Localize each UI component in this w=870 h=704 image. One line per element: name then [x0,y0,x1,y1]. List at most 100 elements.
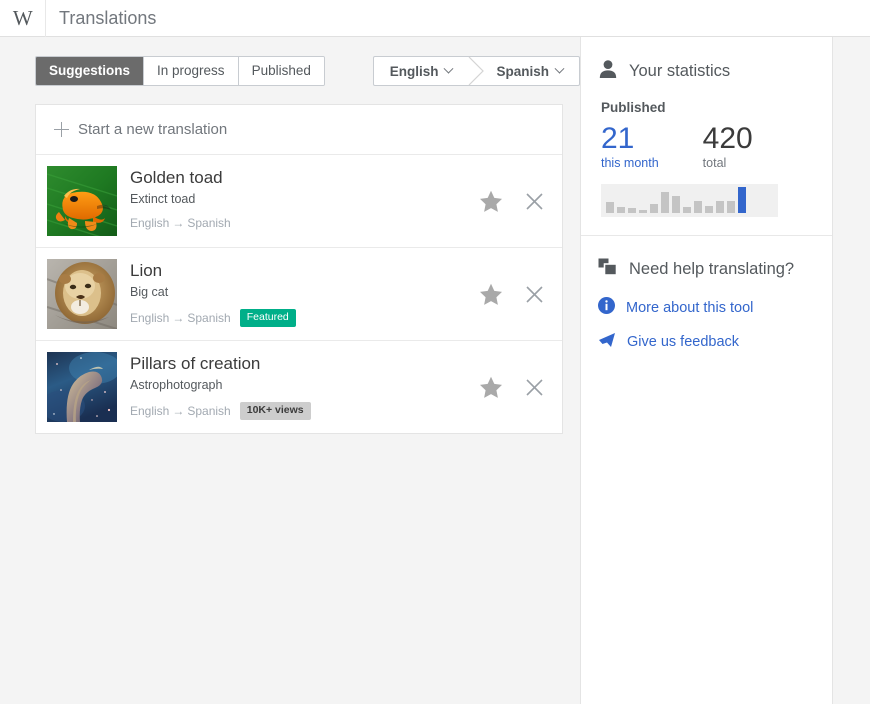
statistics-header: Your statistics [598,59,812,84]
statistics-numbers: 21 this month 420 total [601,123,812,170]
translation-title: Lion [130,261,163,280]
tab-suggestions[interactable]: Suggestions [36,57,145,85]
close-icon[interactable] [525,378,544,397]
plus-icon [54,122,69,137]
sparkline-bar [606,201,614,213]
sparkline-bar [683,206,691,213]
close-icon[interactable] [525,192,544,211]
pillars-of-creation-photo [47,352,117,422]
stat-this-month-label: this month [601,155,659,170]
sparkline-bar [628,207,636,213]
stat-total-value: 420 [702,122,753,155]
statistics-title: Your statistics [629,62,731,80]
close-icon[interactable] [525,285,544,304]
star-icon[interactable] [479,283,503,306]
wikipedia-w-logo[interactable]: W [0,0,46,37]
stat-this-month-value: 21 [601,122,635,155]
statistics-section: Your statistics Published 21 this month … [581,37,832,236]
left-column: Suggestions In progress Published Englis… [0,37,580,704]
source-lang: English [130,216,170,231]
top-bar: W Translations [0,0,870,37]
language-selector: English Spanish [372,56,580,86]
row-info: Golden toad Extinct toad English → Spanish [130,166,467,230]
golden-toad-photo [47,166,117,236]
more-about-tool-label: More about this tool [626,299,754,316]
row-meta: English → Spanish 10K+ views [130,402,467,420]
translation-description: Extinct toad [130,192,196,207]
start-new-translation-button[interactable]: Start a new translation [36,105,562,155]
start-new-translation-label: Start a new translation [78,121,228,138]
translation-list-card: Start a new translation Golden toad Exti… [35,104,563,434]
arrow-right-icon: → [172,311,185,326]
info-icon [598,296,615,319]
help-header: Need help translating? [598,258,812,281]
star-icon[interactable] [479,376,503,399]
row-info: Pillars of creation Astrophotograph Engl… [130,352,467,420]
chevron-down-icon [444,63,454,74]
source-language-label: English [389,63,439,79]
right-sidebar: Your statistics Published 21 this month … [580,37,833,704]
page-title: Translations [59,7,157,28]
table-row[interactable]: Pillars of creation Astrophotograph Engl… [36,341,562,433]
help-section: Need help translating? More about this t… [581,236,832,371]
target-language-selector[interactable]: Spanish [474,57,579,85]
sparkline-bar [716,200,724,213]
translation-language-pair: English → Spanish [130,216,231,230]
stat-total: 420 total [703,123,753,170]
arrow-right-icon: → [172,216,185,231]
wikipedia-w-logo-glyph: W [12,5,33,30]
sparkline-bar [705,205,713,213]
row-meta: English → Spanish [130,216,467,230]
stat-total-label: total [702,155,727,170]
target-lang: Spanish [187,404,231,419]
controls-row: Suggestions In progress Published Englis… [0,37,580,104]
sparkline-bar [650,203,658,213]
tab-published[interactable]: Published [238,57,324,85]
translation-description: Big cat [130,285,169,300]
give-feedback-link[interactable]: Give us feedback [598,332,812,353]
chevron-down-icon [554,63,565,74]
source-lang: English [130,404,170,419]
source-language-selector[interactable]: English [374,57,475,85]
row-actions [479,190,544,213]
sparkline-bar [617,206,625,213]
articles-icon [598,258,618,281]
row-info: Lion Big cat English → Spanish Featured [130,259,467,327]
translation-description: Astrophotograph [130,378,223,393]
help-title: Need help translating? [629,259,795,278]
row-actions [479,283,544,306]
right-gutter [834,37,870,704]
translation-language-pair: English → Spanish [130,404,231,418]
translation-title: Golden toad [130,168,223,187]
target-lang: Spanish [187,311,231,326]
source-lang: English [130,311,170,326]
sparkline-bar [639,209,647,213]
tab-in-progress[interactable]: In progress [144,57,239,85]
sparkline-bar [661,191,669,213]
page-body: Suggestions In progress Published Englis… [0,37,870,704]
sparkline-bar [727,200,735,213]
statistics-subtitle: Published [601,100,666,115]
views-badge: 10K+ views [239,402,311,420]
lion-photo [47,259,117,329]
target-lang: Spanish [187,216,231,231]
give-feedback-label: Give us feedback [627,334,740,350]
status-badge: Featured [239,309,296,327]
target-language-label: Spanish [496,63,549,79]
star-icon[interactable] [479,190,503,213]
translation-status-tabs: Suggestions In progress Published [35,56,325,86]
sparkline-bar [694,200,702,213]
arrow-right-icon: → [172,404,185,419]
statistics-sparkline-chart [601,183,778,217]
row-actions [479,376,544,399]
table-row[interactable]: Lion Big cat English → Spanish Featured [36,248,562,341]
table-row[interactable]: Golden toad Extinct toad English → Spanish [36,155,562,248]
row-meta: English → Spanish Featured [130,309,467,327]
language-direction-separator-icon [465,57,487,85]
sparkline-bar [738,186,746,213]
sparkline-bar [672,195,680,213]
translation-language-pair: English → Spanish [130,311,231,325]
feedback-icon [598,332,616,353]
stat-this-month: 21 this month [601,123,659,170]
more-about-tool-link[interactable]: More about this tool [598,296,812,319]
